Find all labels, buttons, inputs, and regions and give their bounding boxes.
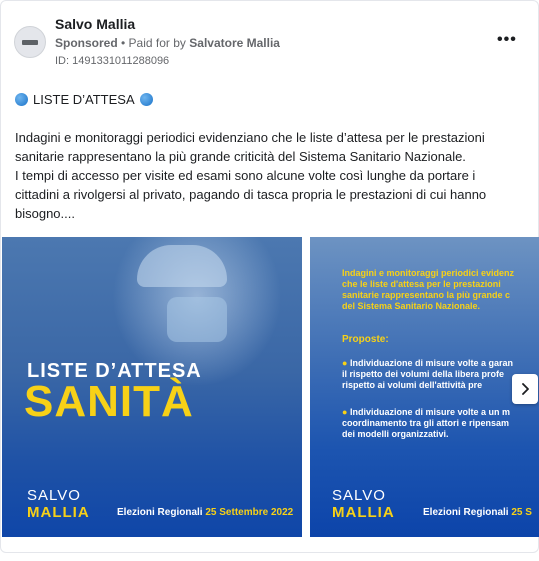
proposal-line: Individuazione di misure volte a garan — [349, 358, 513, 368]
slide-title-main: SANITÀ — [24, 377, 194, 426]
sponsored-label: Sponsored — [55, 36, 118, 50]
body-line: I tempi di accesso per visite ed esami s… — [15, 168, 476, 183]
paid-by-name: Salvatore Mallia — [189, 36, 280, 50]
slide2-intro-line: Indagini e monitoraggi periodici evidenz — [342, 268, 515, 278]
avatar[interactable] — [14, 26, 46, 58]
brand-first-name: SALVO — [332, 487, 386, 504]
election-date: 25 S — [511, 507, 532, 518]
election-label: Elezioni Regionali — [423, 507, 509, 518]
surgical-mask — [167, 297, 227, 342]
slide2-proposal-1: ● Individuazione di misure volte a garan — [342, 358, 513, 369]
body-line: Indagini e monitoraggi periodici evidenz… — [15, 130, 485, 145]
paid-for-prefix: • Paid for by — [121, 36, 186, 50]
no-entry-icon — [22, 39, 38, 45]
election-label: Elezioni Regionali — [117, 507, 203, 518]
slide2-intro-line: del Sistema Sanitario Nazionale. — [342, 301, 481, 311]
election-date: 25 Settembre 2022 — [205, 507, 294, 518]
post-body: Indagini e monitoraggi periodici evidenz… — [15, 128, 527, 223]
page-name[interactable]: Salvo Mallia — [55, 16, 135, 32]
body-line: cittadini a rivolgersi al privato, pagan… — [15, 187, 487, 202]
carousel-slide-2[interactable]: Indagini e monitoraggi periodici evidenz… — [310, 237, 539, 537]
brand-first-name: SALVO — [27, 487, 81, 504]
headline-text: LISTE D’ATTESA — [33, 92, 135, 107]
proposal-line: coordinamento tra gli attori e ripensam — [342, 418, 510, 428]
slide2-proposte: Proposte: — [342, 334, 389, 345]
slide2-intro-line: sanitarie rappresentano la più grande c — [342, 290, 511, 300]
blue-circle-icon — [15, 93, 28, 106]
more-horizontal-icon[interactable]: ••• — [497, 31, 517, 49]
proposal-line: rispetto ai volumi dell'attività pre — [342, 380, 483, 390]
carousel-next-button[interactable] — [512, 374, 538, 404]
blue-circle-icon — [139, 93, 153, 106]
bullet-icon: ● — [342, 407, 348, 417]
chevron-right-icon — [522, 383, 529, 395]
ad-card: Salvo Mallia Sponsored • Paid for by Sal… — [0, 0, 539, 553]
surgical-cap — [137, 245, 227, 287]
body-line: sanitarie rappresentano la più grande cr… — [15, 149, 466, 164]
brand-last-name: MALLIA — [27, 504, 90, 521]
carousel-slide-1[interactable]: LISTE D’ATTESA SANITÀ SALVO MALLIA Elezi… — [2, 237, 302, 537]
brand-last-name: MALLIA — [332, 504, 395, 521]
post-headline: LISTE D’ATTESA — [15, 92, 153, 107]
proposal-line: dei modelli organizzativi. — [342, 429, 449, 439]
proposal-line: il rispetto dei volumi della libera prof… — [342, 369, 505, 379]
sponsor-meta: Sponsored • Paid for by Salvatore Mallia — [55, 36, 280, 50]
bullet-icon: ● — [342, 358, 348, 368]
body-line: bisogno.... — [15, 206, 75, 221]
slide2-proposal-2: ● Individuazione di misure volte a un m — [342, 407, 510, 418]
image-carousel: LISTE D’ATTESA SANITÀ SALVO MALLIA Elezi… — [1, 237, 539, 537]
election-line: Elezioni Regionali 25 Settembre 2022 — [117, 507, 293, 518]
proposal-line: Individuazione di misure volte a un m — [349, 407, 510, 417]
ad-id: ID: 1491331011288096 — [55, 55, 170, 67]
election-line: Elezioni Regionali 25 S — [423, 507, 532, 518]
slide2-intro-line: che le liste d'attesa per le prestazioni — [342, 279, 501, 289]
